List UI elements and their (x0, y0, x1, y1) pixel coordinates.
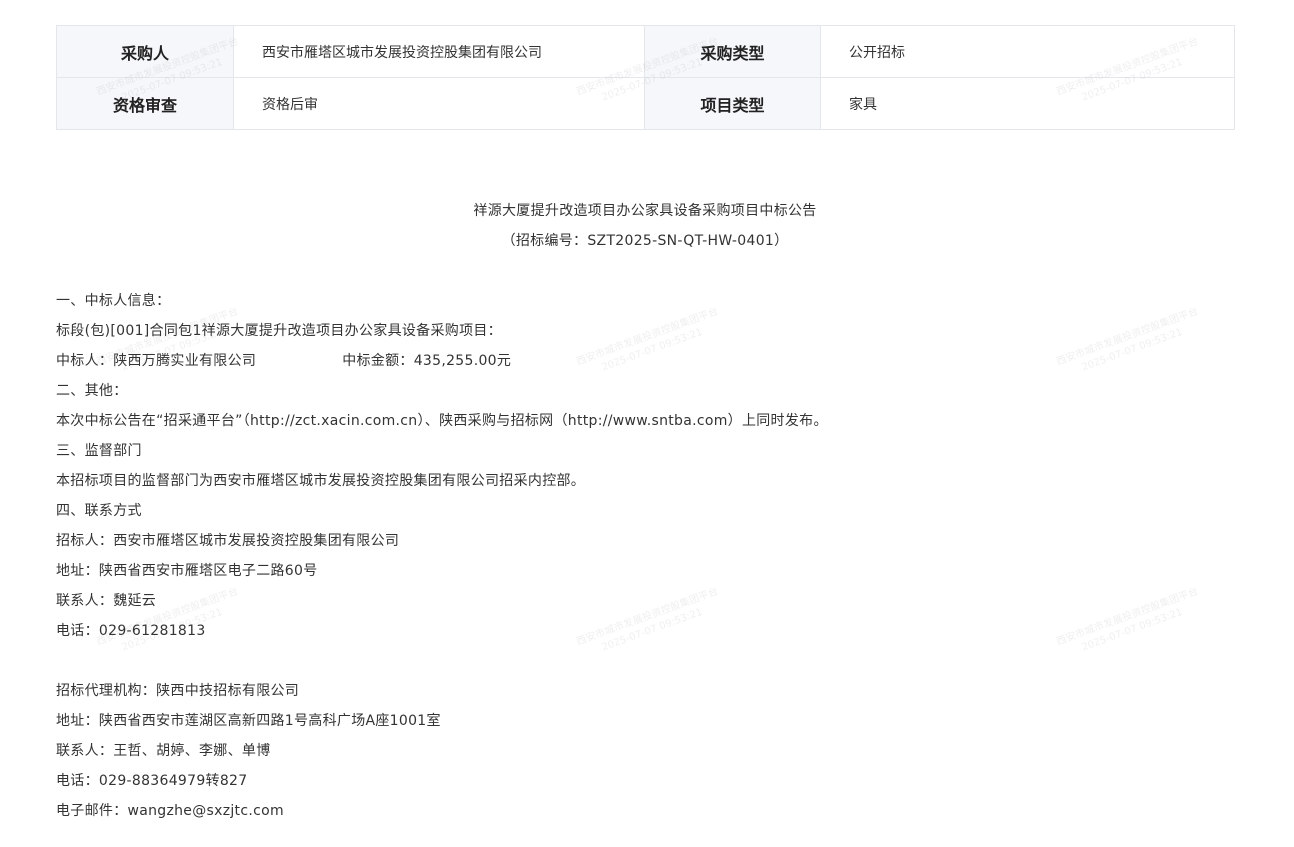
purchaser-value: 西安市雁塔区城市发展投资控股集团有限公司 (233, 25, 645, 78)
section4-heading: 四、联系方式 (56, 503, 142, 519)
tenderer-phone: 电话：029-61281813 (56, 623, 206, 639)
section2-heading: 二、其他： (56, 383, 128, 399)
purchase-type-value: 公开招标 (820, 25, 1235, 78)
section3-heading: 三、监督部门 (56, 443, 142, 459)
tenderer-address: 地址：陕西省西安市雁塔区电子二路60号 (56, 563, 318, 579)
amount-line: 中标金额：435,255.00元 (342, 353, 512, 369)
section1-heading: 一、中标人信息： (56, 293, 171, 309)
qualification-label: 资格审查 (56, 77, 234, 130)
lot-line: 标段(包)[001]合同包1祥源大厦提升改造项目办公家具设备采购项目： (56, 323, 502, 339)
table-row: 采购人 西安市雁塔区城市发展投资控股集团有限公司 采购类型 公开招标 (56, 25, 1235, 78)
agency-email: 电子邮件：wangzhe@sxzjtc.com (56, 803, 284, 819)
agency-address: 地址：陕西省西安市莲湖区高新四路1号高科广场A座1001室 (56, 713, 441, 729)
project-info-table: 采购人 西安市雁塔区城市发展投资控股集团有限公司 采购类型 公开招标 资格审查 … (56, 25, 1235, 130)
table-row: 资格审查 资格后审 项目类型 家具 (56, 77, 1235, 130)
winner-line: 中标人：陕西万腾实业有限公司 (56, 353, 257, 369)
award-notice: 祥源大厦提升改造项目办公家具设备采购项目中标公告 （招标编号：SZT2025-S… (56, 196, 1234, 826)
project-type-value: 家具 (820, 77, 1235, 130)
publish-line: 本次中标公告在“招采通平台”（http://zct.xacin.com.cn）、… (56, 413, 828, 429)
winner-amount-row: 中标人：陕西万腾实业有限公司 中标金额：435,255.00元 (56, 346, 1234, 376)
tenderer-contact: 联系人：魏延云 (56, 593, 157, 609)
project-type-label: 项目类型 (644, 77, 821, 130)
tenderer-line: 招标人：西安市雁塔区城市发展投资控股集团有限公司 (56, 533, 400, 549)
supervision-line: 本招标项目的监督部门为西安市雁塔区城市发展投资控股集团有限公司招采内控部。 (56, 473, 586, 489)
tender-code: （招标编号：SZT2025-SN-QT-HW-0401） (501, 233, 789, 249)
notice-title: 祥源大厦提升改造项目办公家具设备采购项目中标公告 (473, 203, 817, 219)
purchase-type-label: 采购类型 (644, 25, 821, 78)
agency-contact: 联系人：王哲、胡婷、李娜、单博 (56, 743, 271, 759)
agency-line: 招标代理机构：陕西中技招标有限公司 (56, 683, 300, 699)
purchaser-label: 采购人 (56, 25, 234, 78)
agency-phone: 电话：029-88364979转827 (56, 773, 248, 789)
qualification-value: 资格后审 (233, 77, 645, 130)
